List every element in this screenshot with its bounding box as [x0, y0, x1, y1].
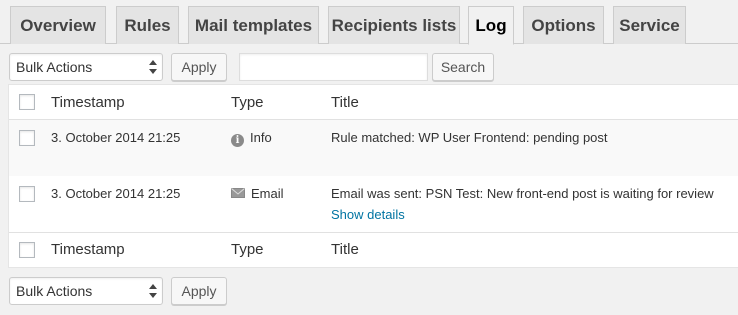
tab-log[interactable]: Log [468, 6, 514, 45]
row-type-label: Email [251, 186, 284, 201]
search-input[interactable] [239, 53, 428, 81]
apply-button-top[interactable]: Apply [171, 53, 227, 81]
tab-overview[interactable]: Overview [10, 6, 106, 44]
row-title: Rule matched: WP User Frontend: pending … [331, 130, 608, 145]
select-arrows-icon [149, 60, 157, 74]
column-header-timestamp[interactable]: Timestamp [51, 94, 125, 111]
tab-mail-templates[interactable]: Mail templates [188, 6, 319, 44]
row-type: i Info [231, 130, 272, 147]
tab-options[interactable]: Options [523, 6, 604, 44]
column-footer-type[interactable]: Type [231, 241, 264, 258]
tab-recipients-lists[interactable]: Recipients lists [328, 6, 460, 44]
table-row: 3. October 2014 21:25 Email Email was se… [9, 176, 738, 232]
row-checkbox[interactable] [19, 186, 35, 202]
column-footer-timestamp[interactable]: Timestamp [51, 241, 125, 258]
select-arrows-icon [149, 284, 157, 298]
select-all-checkbox-footer[interactable] [19, 242, 35, 258]
nav-tabs: Overview Rules Mail templates Recipients… [0, 0, 738, 45]
tab-rules[interactable]: Rules [116, 6, 179, 44]
bulk-actions-value: Bulk Actions [16, 59, 93, 75]
row-type-label: Info [250, 130, 272, 145]
apply-button-bottom[interactable]: Apply [171, 277, 227, 305]
row-timestamp: 3. October 2014 21:25 [51, 130, 181, 145]
table-footer: Timestamp Type Title [9, 232, 738, 267]
row-type: Email [231, 186, 284, 201]
info-icon: i [231, 134, 244, 147]
column-footer-title[interactable]: Title [331, 241, 359, 258]
column-header-type[interactable]: Type [231, 94, 264, 111]
bulk-actions-select-top[interactable]: Bulk Actions [9, 53, 163, 81]
row-checkbox[interactable] [19, 130, 35, 146]
log-table: Timestamp Type Title 3. October 2014 21:… [8, 84, 738, 268]
table-row: 3. October 2014 21:25 i Info Rule matched… [9, 120, 738, 176]
show-details-link[interactable]: Show details [331, 207, 405, 222]
email-icon [231, 188, 245, 198]
select-all-checkbox[interactable] [19, 94, 35, 110]
search-button[interactable]: Search [432, 53, 494, 81]
tab-service[interactable]: Service [613, 6, 686, 44]
column-header-title[interactable]: Title [331, 94, 359, 111]
row-title: Email was sent: PSN Test: New front-end … [331, 186, 714, 201]
bulk-actions-value: Bulk Actions [16, 283, 93, 299]
table-header: Timestamp Type Title [9, 85, 738, 120]
bulk-actions-select-bottom[interactable]: Bulk Actions [9, 277, 163, 305]
row-timestamp: 3. October 2014 21:25 [51, 186, 181, 201]
